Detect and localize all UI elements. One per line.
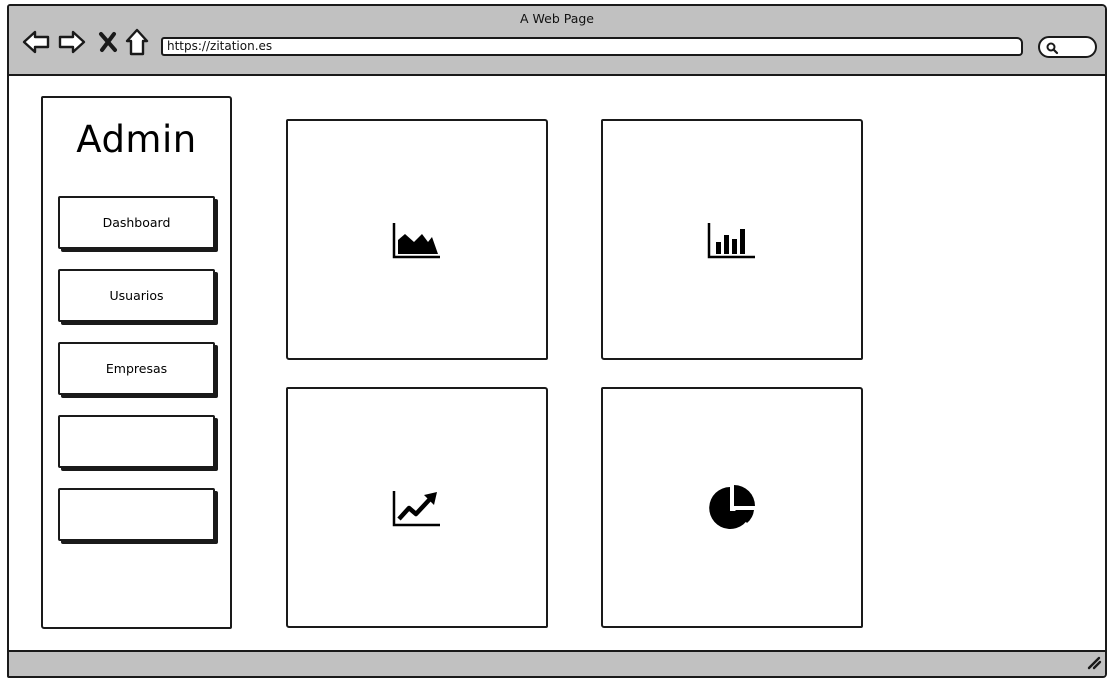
page-title: A Web Page — [519, 11, 594, 26]
sidebar-item-label: Dashboard — [102, 215, 171, 230]
sidebar-item-empresas[interactable]: Empresas — [58, 342, 215, 395]
browser-toolbar: A Web Page https://zitation.es — [9, 6, 1105, 76]
sidebar-item-dashboard[interactable]: Dashboard — [58, 196, 215, 249]
card-line-chart[interactable] — [286, 387, 548, 628]
back-arrow-icon[interactable] — [21, 27, 51, 57]
sidebar-item-usuarios[interactable]: Usuarios — [58, 269, 215, 322]
card-bar-chart[interactable] — [601, 119, 863, 360]
card-area-chart[interactable] — [286, 119, 548, 360]
bar-chart-icon — [707, 222, 755, 258]
pie-chart-icon — [709, 484, 755, 529]
search-icon — [1046, 42, 1059, 55]
sidebar-item-label: Empresas — [105, 361, 168, 376]
close-x-icon[interactable] — [93, 27, 123, 57]
home-icon[interactable] — [122, 27, 152, 57]
admin-sidebar: Admin Dashboard Usuarios Empresas — [41, 96, 232, 629]
line-chart-icon — [392, 490, 440, 526]
area-chart-icon — [392, 222, 440, 258]
status-bar — [9, 650, 1105, 676]
url-input[interactable]: https://zitation.es — [161, 37, 1023, 56]
resize-grip-icon[interactable] — [1086, 654, 1102, 674]
sidebar-item-empty-2[interactable] — [58, 488, 215, 541]
sidebar-item-empty-1[interactable] — [58, 415, 215, 468]
forward-arrow-icon[interactable] — [57, 27, 87, 57]
card-pie-chart[interactable] — [601, 387, 863, 628]
sidebar-title: Admin — [76, 118, 197, 161]
search-button[interactable] — [1038, 36, 1097, 58]
browser-window: A Web Page https://zitation.es Admin Das… — [7, 4, 1107, 678]
sidebar-item-label: Usuarios — [109, 288, 164, 303]
